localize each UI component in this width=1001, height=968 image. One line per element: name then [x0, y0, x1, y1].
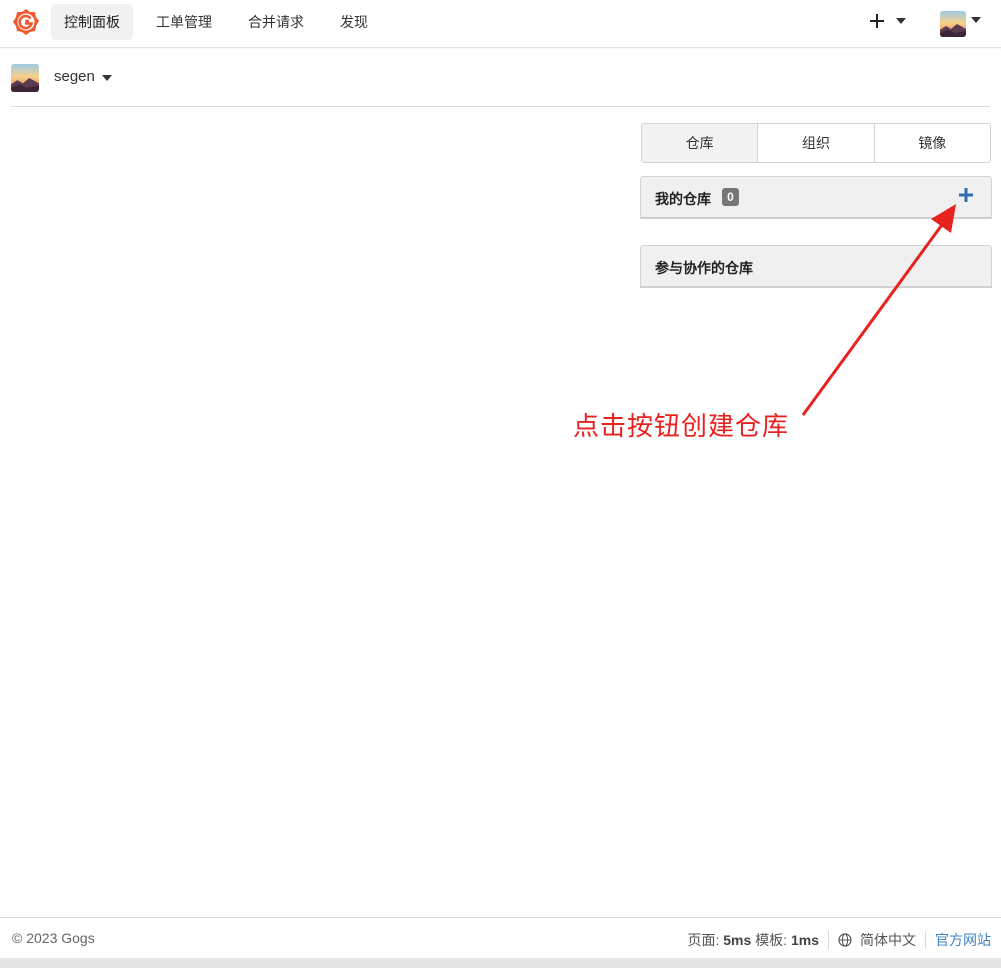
collab-repos-panel-header: 参与协作的仓库 [640, 245, 992, 288]
context-username[interactable]: segen [54, 68, 95, 85]
page-time-label: 页面: [687, 932, 720, 948]
top-navbar: 控制面板 工单管理 合并请求 发现 [0, 0, 1001, 48]
caret-down-icon [971, 17, 981, 23]
my-repos-title: 我的仓库 [655, 191, 711, 207]
gogs-logo-icon[interactable] [12, 8, 40, 36]
plus-icon [870, 14, 884, 28]
caret-down-icon [896, 18, 906, 24]
globe-icon [838, 933, 852, 947]
repo-count-badge: 0 [722, 188, 739, 206]
avatar[interactable] [11, 64, 39, 92]
page-time-value: 5ms [723, 932, 752, 948]
copyright-text: © 2023 Gogs [12, 930, 95, 946]
divider [828, 931, 829, 949]
user-menu-dropdown[interactable] [938, 8, 986, 38]
tab-mirrors[interactable]: 镜像 [875, 124, 990, 162]
nav-pull-requests[interactable]: 合并请求 [235, 4, 317, 40]
avatar [940, 11, 966, 37]
official-site-link[interactable]: 官方网站 [935, 930, 991, 950]
repo-tabs: 仓库 组织 镜像 [641, 123, 991, 163]
annotation-text: 点击按钮创建仓库 [573, 411, 790, 441]
language-selector[interactable]: 简体中文 [860, 930, 916, 950]
browser-bottom-strip [0, 958, 1001, 968]
create-new-dropdown[interactable] [866, 10, 910, 34]
template-time-label: 模板: [755, 932, 788, 948]
divider [925, 931, 926, 949]
new-repo-plus-button[interactable] [957, 186, 975, 204]
collab-repos-title: 参与协作的仓库 [655, 260, 753, 276]
footer: © 2023 Gogs 页面: 5ms 模板: 1ms 简体中文 官方网站 [0, 917, 1001, 958]
template-time-value: 1ms [790, 932, 819, 948]
footer-right: 页面: 5ms 模板: 1ms 简体中文 官方网站 [687, 930, 991, 950]
tab-organizations[interactable]: 组织 [758, 124, 875, 162]
nav-dashboard[interactable]: 控制面板 [51, 4, 133, 40]
tab-repositories[interactable]: 仓库 [642, 124, 759, 162]
nav-explore[interactable]: 发现 [327, 4, 381, 40]
caret-down-icon[interactable] [102, 75, 112, 81]
nav-issues[interactable]: 工单管理 [143, 4, 225, 40]
my-repos-panel-header: 我的仓库 0 [640, 176, 992, 219]
context-switcher: segen [11, 60, 990, 107]
